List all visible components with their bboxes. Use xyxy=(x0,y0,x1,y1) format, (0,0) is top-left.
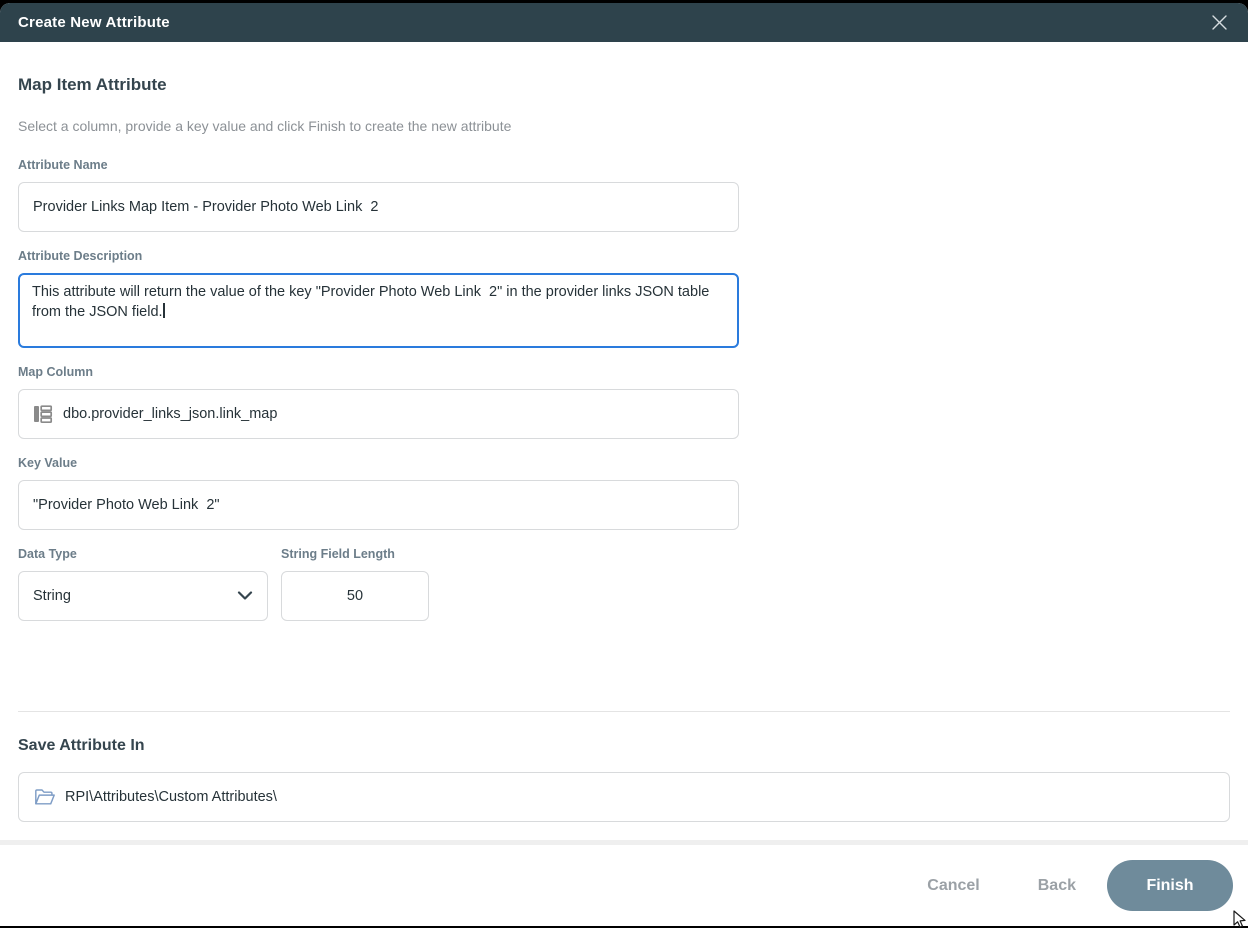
finish-button[interactable]: Finish xyxy=(1107,860,1233,911)
close-icon xyxy=(1211,14,1228,31)
table-column-icon xyxy=(33,403,53,425)
data-type-label: Data Type xyxy=(18,547,77,561)
page-title: Map Item Attribute xyxy=(18,75,167,94)
key-value-input[interactable] xyxy=(18,480,739,530)
attribute-name-label: Attribute Name xyxy=(18,158,108,172)
attribute-description-label: Attribute Description xyxy=(18,249,143,263)
page-subtitle: Select a column, provide a key value and… xyxy=(18,118,512,134)
dialog-footer: Cancel Back Finish xyxy=(0,840,1248,926)
attribute-description-textarea[interactable]: This attribute will return the value of … xyxy=(18,273,739,348)
string-field-length-input[interactable] xyxy=(281,571,429,621)
dialog-title: Create New Attribute xyxy=(18,14,170,31)
create-attribute-dialog: Create New Attribute Map Item Attribute … xyxy=(0,3,1248,926)
attribute-description-text: This attribute will return the value of … xyxy=(32,284,714,320)
section-divider xyxy=(18,711,1230,712)
data-type-row: Data Type String String Field Length xyxy=(18,530,1230,621)
map-column-input[interactable]: dbo.provider_links_json.link_map xyxy=(18,389,739,439)
dialog-titlebar: Create New Attribute xyxy=(0,3,1248,42)
back-button[interactable]: Back xyxy=(1038,877,1076,895)
save-location-value: RPI\Attributes\Custom Attributes\ xyxy=(65,789,277,805)
cancel-button[interactable]: Cancel xyxy=(927,877,979,895)
chevron-down-icon xyxy=(237,591,253,601)
dialog-content: Map Item Attribute Select a column, prov… xyxy=(0,75,1248,822)
map-column-value: dbo.provider_links_json.link_map xyxy=(63,406,278,422)
folder-open-icon xyxy=(33,787,55,807)
data-type-value: String xyxy=(33,588,71,604)
close-button[interactable] xyxy=(1208,12,1230,34)
data-type-select[interactable]: String xyxy=(18,571,268,621)
map-column-label: Map Column xyxy=(18,365,93,379)
save-location-input[interactable]: RPI\Attributes\Custom Attributes\ xyxy=(18,772,1230,822)
string-field-length-label: String Field Length xyxy=(281,547,395,561)
save-attribute-in-heading: Save Attribute In xyxy=(18,737,145,754)
key-value-label: Key Value xyxy=(18,456,78,470)
attribute-name-input[interactable] xyxy=(18,182,739,232)
